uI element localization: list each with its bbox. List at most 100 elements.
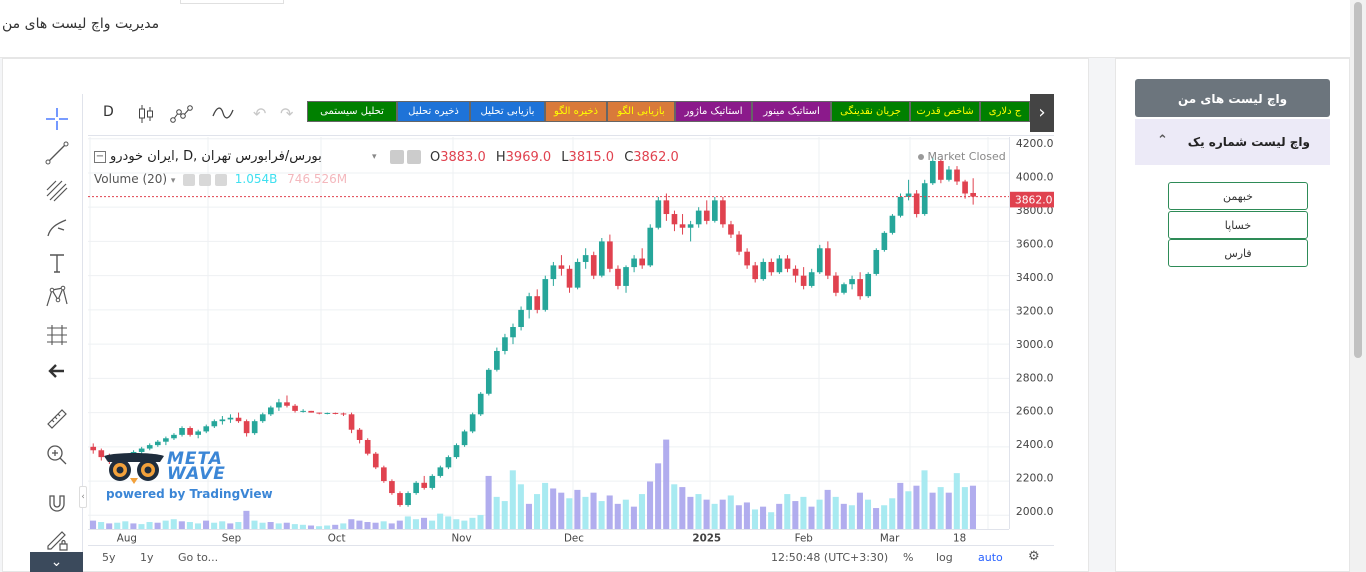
toolbar-custom-button[interactable]: استاتیک ماژور xyxy=(675,101,752,122)
close-icon[interactable] xyxy=(214,173,227,186)
collapse-legend-icon[interactable]: − xyxy=(94,151,106,163)
eye-icon[interactable] xyxy=(183,173,196,186)
range-5y-button[interactable]: 5y xyxy=(102,551,116,564)
watchlist-item[interactable]: خساپا xyxy=(1168,211,1308,239)
gear-icon[interactable]: ⚙ xyxy=(1028,549,1040,564)
volume-bar xyxy=(219,521,226,529)
back-arrow-icon[interactable] xyxy=(44,358,70,384)
volume-bar xyxy=(598,501,605,529)
close-value: 3862.0 xyxy=(633,150,679,165)
fib-tool-icon[interactable] xyxy=(44,178,70,204)
watchlist-item[interactable]: فارس xyxy=(1168,239,1308,267)
chevron-down-icon[interactable]: ▾ xyxy=(171,176,176,186)
eye-icon[interactable] xyxy=(390,150,404,164)
chevron-up-icon[interactable]: ⌃ xyxy=(1157,133,1168,148)
watchlist-accordion[interactable]: واچ لیست شماره یک ⌃ xyxy=(1135,119,1330,165)
toolbar-custom-button[interactable]: ج دلاری xyxy=(980,101,1030,122)
toolbar-custom-button[interactable]: شاخص قدرت xyxy=(910,101,980,122)
text-tool-icon[interactable] xyxy=(44,250,70,276)
settings-icon[interactable] xyxy=(199,173,212,186)
volume-bar xyxy=(751,509,759,529)
candle-body xyxy=(510,327,516,338)
volume-bar xyxy=(445,516,452,529)
candle-body xyxy=(284,402,290,406)
crosshair-icon[interactable] xyxy=(44,106,70,132)
candle-body xyxy=(784,258,791,269)
goto-button[interactable]: Go to... xyxy=(178,551,218,564)
auto-toggle[interactable]: auto xyxy=(978,551,1003,564)
volume-bar xyxy=(873,508,880,529)
time-tick-label: Aug xyxy=(117,532,137,544)
volume-bar xyxy=(881,505,888,529)
high-value: 3969.0 xyxy=(505,150,552,165)
volume-bar xyxy=(889,498,896,529)
tab-outline xyxy=(180,0,284,4)
candle-body xyxy=(235,417,242,422)
volume-bar xyxy=(630,506,637,529)
candle-body xyxy=(728,224,734,235)
volume-bar xyxy=(574,489,581,529)
bottom-bar: 5y 1y Go to... 12:50:48 (UTC+3:30) % log… xyxy=(88,545,1054,569)
price-tick-label: 4000.0 xyxy=(1016,170,1054,183)
compare-icon[interactable] xyxy=(212,104,234,122)
trend-line-icon[interactable] xyxy=(44,140,70,166)
volume-bar xyxy=(501,501,508,529)
volume-bar xyxy=(961,487,968,529)
toolbar-custom-button[interactable]: بازیابی تحلیل xyxy=(470,101,545,122)
toolbar-custom-button[interactable]: جریان نقدینگی xyxy=(831,101,910,122)
price-tick-label: 3000.0 xyxy=(1016,338,1054,351)
ruler-icon[interactable] xyxy=(44,406,70,432)
indicators-icon[interactable] xyxy=(170,102,196,126)
volume-bar xyxy=(558,492,565,529)
toolbar-custom-button[interactable]: تحلیل سیستمی xyxy=(307,101,397,122)
watchlist-header[interactable]: واچ لیست های من xyxy=(1135,79,1330,117)
magnet-icon[interactable] xyxy=(44,490,70,516)
volume-bar xyxy=(412,519,419,529)
candle-body xyxy=(518,309,524,328)
time-axis[interactable]: Aug Sep Oct Nov Dec 2025 Feb Mar 18 xyxy=(88,529,1009,545)
scrollbar-thumb[interactable] xyxy=(1354,2,1362,358)
volume-bar xyxy=(792,501,799,529)
candle-body xyxy=(598,241,605,276)
clock-display[interactable]: 12:50:48 (UTC+3:30) xyxy=(771,551,888,564)
chevron-down-icon[interactable]: ⌄ xyxy=(30,552,83,572)
candle-body xyxy=(792,268,799,276)
volume-bar xyxy=(582,496,589,529)
price-scale[interactable]: 4200.04000.03800.03600.03400.03200.03000… xyxy=(1009,137,1054,529)
prediction-tool-icon[interactable] xyxy=(44,322,70,348)
volume-bar xyxy=(243,510,250,529)
candle-style-icon[interactable] xyxy=(138,104,154,124)
percent-toggle[interactable]: % xyxy=(903,551,913,564)
lock-drawings-icon[interactable] xyxy=(44,526,70,552)
volume-bar xyxy=(808,506,815,529)
watchlist-item[interactable]: خبهمن xyxy=(1168,182,1308,210)
collapse-toolbar-icon[interactable]: ‹ xyxy=(79,486,87,508)
toolbar-custom-button[interactable]: ذخیره تحلیل xyxy=(397,101,470,122)
watchlist-name: واچ لیست شماره یک xyxy=(1187,135,1310,149)
volume-bar xyxy=(905,491,912,529)
volume-bar xyxy=(453,519,460,529)
range-1y-button[interactable]: 1y xyxy=(140,551,154,564)
candle-body xyxy=(679,224,686,228)
candle-body xyxy=(687,224,694,228)
toolbar-custom-button[interactable]: استاتیک مینور xyxy=(752,101,831,122)
toolbar-custom-button[interactable]: ذخیره الگو xyxy=(545,101,607,122)
zoom-in-icon[interactable] xyxy=(44,442,70,468)
page-scrollbar[interactable] xyxy=(1350,0,1366,572)
undo-icon[interactable]: ↶ xyxy=(253,104,266,123)
redo-icon[interactable]: ↷ xyxy=(280,104,293,123)
interval-button[interactable]: D xyxy=(103,104,114,120)
candle-body xyxy=(816,248,823,273)
candle-body xyxy=(429,475,436,488)
volume-bar xyxy=(727,495,734,529)
pattern-tool-icon[interactable] xyxy=(44,284,70,310)
toolbar-custom-button[interactable]: بازیابی الگو xyxy=(607,101,675,122)
volume-bar xyxy=(824,489,831,529)
candle-body xyxy=(849,279,855,285)
chevron-right-icon[interactable]: › xyxy=(1030,94,1054,132)
status-dot-icon xyxy=(918,154,924,160)
log-toggle[interactable]: log xyxy=(936,551,953,564)
chevron-down-icon[interactable]: ▾ xyxy=(372,152,377,162)
settings-icon[interactable] xyxy=(407,150,421,164)
brush-icon[interactable] xyxy=(44,214,70,240)
